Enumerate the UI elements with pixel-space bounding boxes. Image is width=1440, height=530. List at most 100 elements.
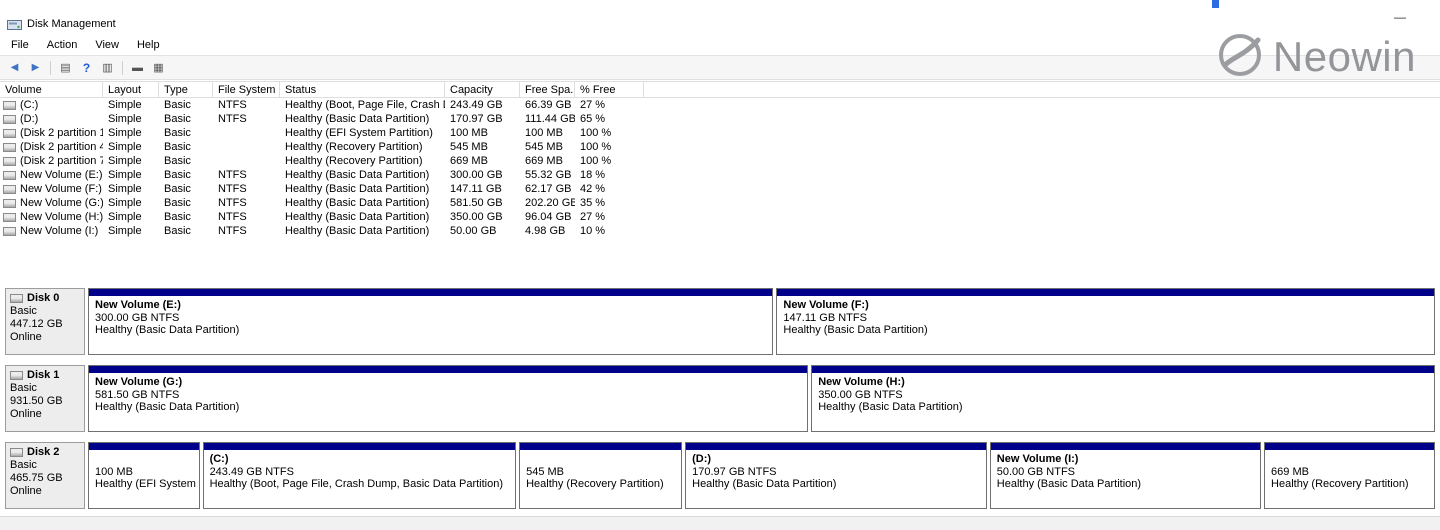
disk-management-window: Disk Management — File Action View Help … xyxy=(0,0,1440,530)
cell-capacity: 545 MB xyxy=(445,140,520,154)
cell-layout: Simple xyxy=(103,126,159,140)
partition-d[interactable]: (D:) 170.97 GB NTFS Healthy (Basic Data … xyxy=(685,442,987,509)
menu-action[interactable]: Action xyxy=(38,34,87,55)
col-volume[interactable]: Volume xyxy=(0,82,103,97)
volume-name: New Volume (I:) xyxy=(20,225,98,237)
partition-name: New Volume (E:) xyxy=(95,299,766,312)
menu-file[interactable]: File xyxy=(2,34,38,55)
partition-i[interactable]: New Volume (I:) 50.00 GB NTFS Healthy (B… xyxy=(990,442,1261,509)
table-row[interactable]: New Volume (E:) Simple Basic NTFS Health… xyxy=(0,168,1440,182)
action-pane-icon[interactable]: ▬ xyxy=(127,58,148,77)
col-file-system[interactable]: File System xyxy=(213,82,280,97)
volume-list: Volume Layout Type File System Status Ca… xyxy=(0,81,1440,238)
disk-icon xyxy=(10,448,23,457)
back-icon[interactable]: ◀ xyxy=(4,58,25,77)
partition-info: (C:) 243.49 GB NTFS Healthy (Boot, Page … xyxy=(204,450,516,491)
cell-type: Basic xyxy=(159,168,213,182)
volume-name: (Disk 2 partition 4) xyxy=(20,141,103,153)
menu-help[interactable]: Help xyxy=(128,34,169,55)
partition-e[interactable]: New Volume (E:) 300.00 GB NTFS Healthy (… xyxy=(88,288,773,355)
partitions-disk-1: New Volume (G:) 581.50 GB NTFS Healthy (… xyxy=(88,365,1435,432)
partition-status: Healthy (Basic Data Partition) xyxy=(95,401,801,414)
cell-type: Basic xyxy=(159,196,213,210)
partition-c[interactable]: (C:) 243.49 GB NTFS Healthy (Boot, Page … xyxy=(203,442,517,509)
cell-type: Basic xyxy=(159,140,213,154)
table-row[interactable]: New Volume (G:) Simple Basic NTFS Health… xyxy=(0,196,1440,210)
properties-icon[interactable]: ▥ xyxy=(97,58,118,77)
table-row[interactable]: New Volume (F:) Simple Basic NTFS Health… xyxy=(0,182,1440,196)
partitions-disk-0: New Volume (E:) 300.00 GB NTFS Healthy (… xyxy=(88,288,1435,355)
cell-layout: Simple xyxy=(103,98,159,112)
menu-view[interactable]: View xyxy=(86,34,128,55)
volume-icon xyxy=(3,143,16,152)
cell-free: 545 MB xyxy=(520,140,575,154)
neowin-orb-icon xyxy=(1217,32,1263,81)
disk-status: Online xyxy=(10,408,80,421)
cell-layout: Simple xyxy=(103,112,159,126)
top-strip xyxy=(0,0,1440,14)
partition-f[interactable]: New Volume (F:) 147.11 GB NTFS Healthy (… xyxy=(776,288,1435,355)
partition-status: Healthy (Basic Data Partition) xyxy=(95,324,766,337)
partition-h[interactable]: New Volume (H:) 350.00 GB NTFS Healthy (… xyxy=(811,365,1435,432)
cell-volume: (Disk 2 partition 7) xyxy=(0,154,103,168)
volume-name: New Volume (H:) xyxy=(20,211,103,223)
col-free-space[interactable]: Free Spa... xyxy=(520,82,575,97)
table-row[interactable]: (D:) Simple Basic NTFS Healthy (Basic Da… xyxy=(0,112,1440,126)
partition-g[interactable]: New Volume (G:) 581.50 GB NTFS Healthy (… xyxy=(88,365,808,432)
disk-size: 447.12 GB xyxy=(10,318,80,331)
disk-header-1[interactable]: Disk 1 Basic 931.50 GB Online xyxy=(5,365,85,432)
table-row[interactable]: (Disk 2 partition 1) Simple Basic Health… xyxy=(0,126,1440,140)
partitions-disk-2: 100 MB Healthy (EFI System Partition) (C… xyxy=(88,442,1435,509)
partition-name xyxy=(95,453,193,466)
legend-icon[interactable]: ▦ xyxy=(148,58,169,77)
cell-pct: 27 % xyxy=(575,98,644,112)
partition-info: New Volume (I:) 50.00 GB NTFS Healthy (B… xyxy=(991,450,1260,491)
col-capacity[interactable]: Capacity xyxy=(445,82,520,97)
cell-type: Basic xyxy=(159,126,213,140)
partition-efi[interactable]: 100 MB Healthy (EFI System Partition) xyxy=(88,442,200,509)
table-row[interactable]: (Disk 2 partition 4) Simple Basic Health… xyxy=(0,140,1440,154)
cell-capacity: 669 MB xyxy=(445,154,520,168)
forward-icon[interactable]: ▶ xyxy=(25,58,46,77)
cell-capacity: 243.49 GB xyxy=(445,98,520,112)
col-status[interactable]: Status xyxy=(280,82,445,97)
volume-icon xyxy=(3,199,16,208)
top-edge-mark xyxy=(1212,0,1219,8)
partition-size: 243.49 GB NTFS xyxy=(210,466,510,479)
disk-header-0[interactable]: Disk 0 Basic 447.12 GB Online xyxy=(5,288,85,355)
volume-icon xyxy=(3,115,16,124)
cell-fs: NTFS xyxy=(213,98,280,112)
cell-fs: NTFS xyxy=(213,182,280,196)
disk-status: Online xyxy=(10,485,80,498)
graphical-view: Disk 0 Basic 447.12 GB Online New Volume… xyxy=(0,288,1440,509)
partition-color-bar xyxy=(777,289,1434,296)
volume-icon xyxy=(3,129,16,138)
table-row[interactable]: (C:) Simple Basic NTFS Healthy (Boot, Pa… xyxy=(0,98,1440,112)
table-row[interactable]: (Disk 2 partition 7) Simple Basic Health… xyxy=(0,154,1440,168)
help-icon[interactable]: ? xyxy=(76,58,97,77)
cell-pct: 27 % xyxy=(575,210,644,224)
disk-label: Disk 2 xyxy=(27,446,59,459)
partition-size: 669 MB xyxy=(1271,466,1428,479)
partition-size: 300.00 GB NTFS xyxy=(95,312,766,325)
minimize-button[interactable]: — xyxy=(1394,10,1406,24)
neowin-wordmark: Neowin xyxy=(1273,36,1416,78)
app-icon xyxy=(7,18,22,30)
col-pct-free[interactable]: % Free xyxy=(575,82,644,97)
cell-type: Basic xyxy=(159,182,213,196)
partition-recovery-2[interactable]: 669 MB Healthy (Recovery Partition) xyxy=(1264,442,1435,509)
col-type[interactable]: Type xyxy=(159,82,213,97)
col-layout[interactable]: Layout xyxy=(103,82,159,97)
disk-size: 931.50 GB xyxy=(10,395,80,408)
cell-free: 96.04 GB xyxy=(520,210,575,224)
table-row[interactable]: New Volume (H:) Simple Basic NTFS Health… xyxy=(0,210,1440,224)
partition-name xyxy=(1271,453,1428,466)
table-row[interactable]: New Volume (I:) Simple Basic NTFS Health… xyxy=(0,224,1440,238)
cell-layout: Simple xyxy=(103,154,159,168)
cell-fs: NTFS xyxy=(213,168,280,182)
cell-free: 62.17 GB xyxy=(520,182,575,196)
cell-capacity: 350.00 GB xyxy=(445,210,520,224)
console-tree-icon[interactable]: ▤ xyxy=(55,58,76,77)
disk-header-2[interactable]: Disk 2 Basic 465.75 GB Online xyxy=(5,442,85,509)
partition-recovery-1[interactable]: 545 MB Healthy (Recovery Partition) xyxy=(519,442,682,509)
